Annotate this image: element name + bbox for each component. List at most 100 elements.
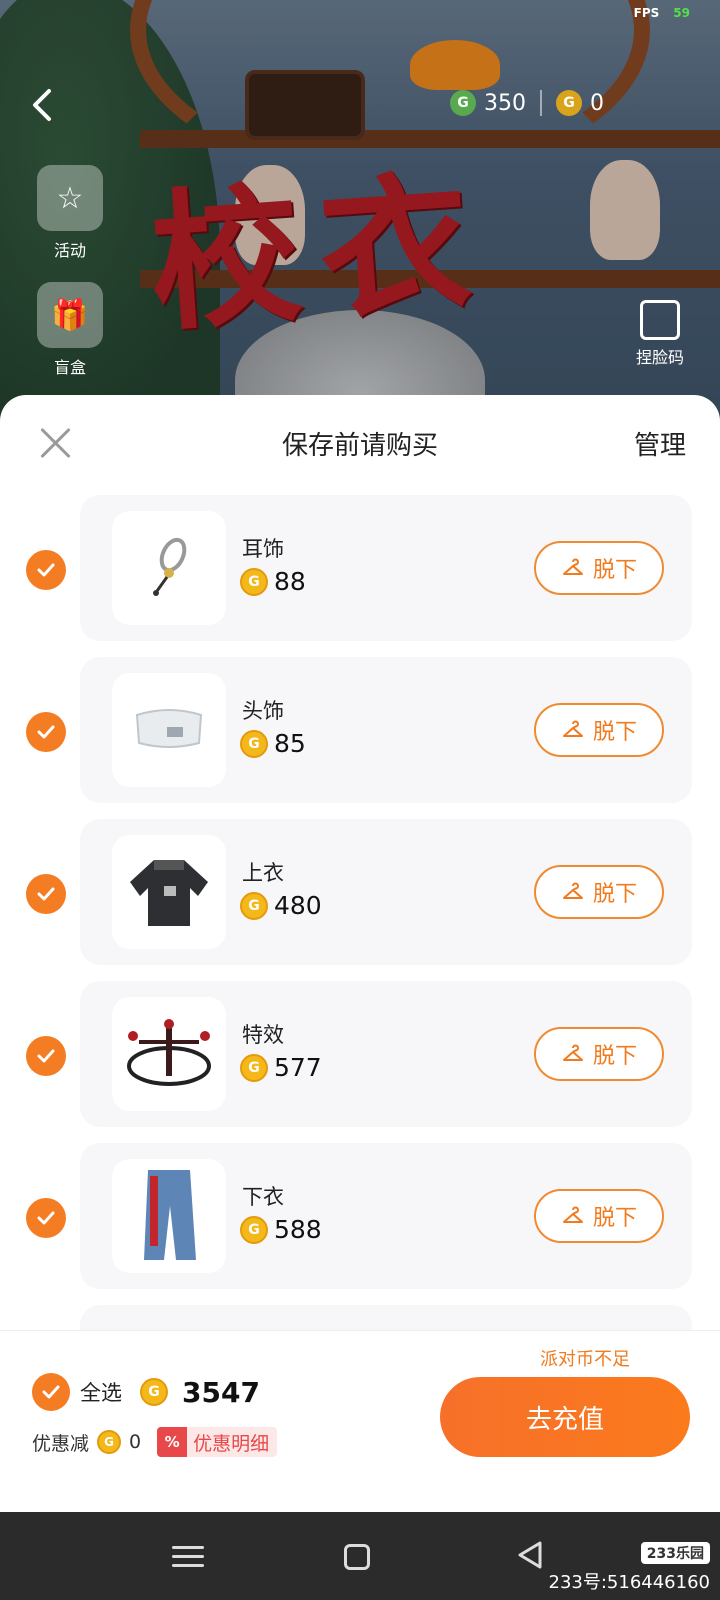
take-off-label: 脱下 <box>592 720 637 745</box>
party-coin-amount: 350 <box>484 90 526 116</box>
take-off-button[interactable]: 脱下 <box>534 541 664 595</box>
take-off-button[interactable]: 脱下 <box>534 1027 664 1081</box>
discount-label: 优惠减 <box>32 1432 90 1455</box>
take-off-button[interactable]: 脱下 <box>534 703 664 757</box>
select-all-checkbox[interactable] <box>32 1373 70 1411</box>
item-checkbox[interactable] <box>26 1198 66 1238</box>
percent-icon: % <box>157 1427 188 1457</box>
discount-value: 0 <box>129 1431 142 1453</box>
gift-box-icon: 🎁 <box>37 282 103 348</box>
take-off-label: 脱下 <box>592 1044 637 1069</box>
item-card: 下衣 G 588 脱下 <box>80 1143 692 1289</box>
take-off-label: 脱下 <box>592 558 637 583</box>
side-menu-activity-label: 活动 <box>53 241 86 260</box>
list-item: 耳饰 G 88 脱下 <box>0 495 720 657</box>
total-price: 3547 <box>182 1375 260 1409</box>
list-item: 上衣 G 480 脱下 <box>0 819 720 981</box>
select-all-toggle[interactable]: 全选 G 3547 <box>32 1373 260 1411</box>
recharge-button[interactable]: 去充值 <box>440 1377 690 1457</box>
watermark-logo: 233乐园 <box>640 1542 710 1564</box>
item-name: 耳饰 <box>242 537 284 561</box>
item-name: 特效 <box>242 1023 284 1047</box>
item-price-value: 88 <box>274 567 306 596</box>
item-name: 上衣 <box>242 861 284 885</box>
item-card: 上衣 G 480 脱下 <box>80 819 692 965</box>
promo-details-button[interactable]: % 优惠明细 <box>157 1427 278 1457</box>
item-price: G 480 <box>240 891 322 920</box>
face-code-label: 捏脸码 <box>635 348 684 367</box>
recent-apps-icon[interactable] <box>172 1540 204 1572</box>
star-icon: ☆ <box>37 165 103 231</box>
back-triangle-icon[interactable] <box>516 1540 548 1572</box>
list-item: 下衣 G 588 脱下 <box>0 1143 720 1305</box>
sheet-title: 保存前请购买 <box>281 431 438 461</box>
jeans-icon <box>112 1159 226 1273</box>
currency-display: G 350 G 0 <box>450 90 604 116</box>
party-coin-icon: G <box>240 1215 268 1244</box>
item-price-value: 85 <box>274 729 306 758</box>
party-coin-icon: G <box>450 90 476 116</box>
item-card: 头饰 G 85 脱下 <box>80 657 692 803</box>
item-checkbox[interactable] <box>26 550 66 590</box>
side-menu-blind-box-label: 盲盒 <box>53 358 86 377</box>
item-checkbox[interactable] <box>26 712 66 752</box>
chevron-left-icon <box>33 89 51 121</box>
list-item: 头饰 G 85 脱下 <box>0 657 720 819</box>
party-coin-icon: G <box>240 891 268 920</box>
item-price: G 588 <box>240 1215 322 1244</box>
fps-value: 59 <box>673 6 690 20</box>
gold-coin-amount: 0 <box>590 90 604 116</box>
item-card: 特效 G 577 脱下 <box>80 981 692 1127</box>
gold-coin-icon: G <box>556 90 582 116</box>
checkmark-icon <box>37 1049 55 1063</box>
checkmark-icon <box>37 563 55 577</box>
game-scene-background: 校衣 FPS 59 ☆ 活动 🎁 盲盒 G 350 G 0 捏脸码 <box>0 0 720 420</box>
party-coin-icon: G <box>240 1053 268 1082</box>
item-price-value: 480 <box>274 891 322 920</box>
take-off-button[interactable]: 脱下 <box>534 865 664 919</box>
earring-icon <box>112 511 226 625</box>
checkmark-icon <box>37 725 55 739</box>
hanger-icon <box>562 1206 583 1223</box>
party-coin-icon: G <box>240 729 268 758</box>
item-price-value: 588 <box>274 1215 322 1244</box>
promo-details-label: 优惠明细 <box>193 1432 270 1455</box>
item-price: G 85 <box>240 729 306 758</box>
select-all-label: 全选 <box>80 1381 122 1405</box>
sheet-footer: 派对币不足 全选 G 3547 优惠减 G 0 % 优惠明细 去充值 <box>0 1330 720 1515</box>
item-name: 下衣 <box>242 1185 284 1209</box>
item-checkbox[interactable] <box>26 874 66 914</box>
take-off-label: 脱下 <box>592 1206 637 1231</box>
manage-button[interactable]: 管理 <box>634 425 686 462</box>
hanger-icon <box>562 720 583 737</box>
side-menu-activity[interactable]: ☆ 活动 <box>30 165 110 261</box>
item-checkbox[interactable] <box>26 1036 66 1076</box>
system-nav-bar: 233乐园 233号:516446160 <box>0 1512 720 1600</box>
fps-counter: FPS 59 <box>634 6 690 20</box>
watermark: 233乐园 233号:516446160 <box>548 1542 711 1594</box>
face-code-button[interactable]: 捏脸码 <box>620 300 700 368</box>
effect-icon <box>112 997 226 1111</box>
headband-icon <box>112 673 226 787</box>
item-name: 头饰 <box>242 699 284 723</box>
currency-divider <box>540 90 542 116</box>
back-button[interactable] <box>22 85 62 125</box>
home-icon[interactable] <box>344 1544 370 1570</box>
sweater-icon <box>112 835 226 949</box>
sheet-header: 保存前请购买 管理 <box>0 395 720 495</box>
hanger-icon <box>562 882 583 899</box>
fps-label: FPS <box>633 6 660 20</box>
take-off-label: 脱下 <box>592 882 637 907</box>
side-menu-blind-box[interactable]: 🎁 盲盒 <box>30 282 110 378</box>
checkmark-icon <box>42 1385 60 1399</box>
hanger-icon <box>562 1044 583 1061</box>
checkmark-icon <box>37 1211 55 1225</box>
item-price-value: 577 <box>274 1053 322 1082</box>
checkmark-icon <box>37 887 55 901</box>
item-price: G 577 <box>240 1053 322 1082</box>
insufficient-coins-text: 派对币不足 <box>540 1349 630 1370</box>
take-off-button[interactable]: 脱下 <box>534 1189 664 1243</box>
party-coin-icon: G <box>97 1430 122 1454</box>
item-list: 耳饰 G 88 脱下 头饰 G 85 脱下 上衣 G 480 脱下 特效 G 5… <box>0 495 720 1355</box>
watermark-text: 233号:516446160 <box>548 1572 711 1593</box>
